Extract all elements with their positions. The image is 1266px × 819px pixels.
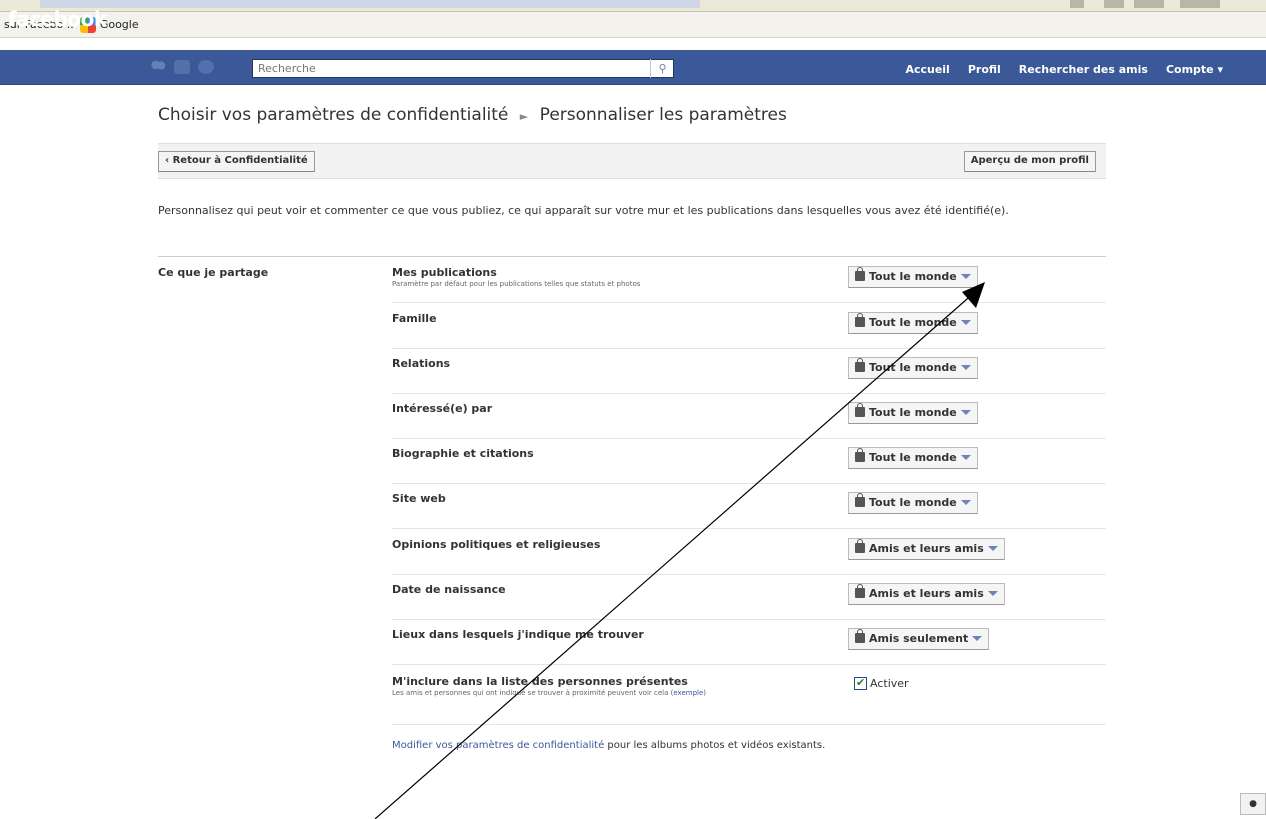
search-icon[interactable]: ⚲ [650,59,674,78]
lock-icon [855,493,865,507]
privacy-dropdown[interactable]: Tout le monde [848,447,978,469]
privacy-dropdown[interactable]: Tout le monde [848,266,978,288]
facebook-logo[interactable]: facebook [8,7,107,31]
privacy-dropdown[interactable]: Tout le monde [848,492,978,514]
setting-row: Intéressé(e) par Tout le monde [392,394,1106,439]
setting-label: Site web [392,492,446,505]
albums-privacy-text: Modifier vos paramètres de confidentiali… [392,740,825,751]
breadcrumb-separator: ► [519,110,529,123]
setting-sublabel: Les amis et personnes qui ont indiqué se… [392,689,792,697]
setting-label: M'inclure dans la liste des personnes pr… [392,675,688,688]
nav-profile[interactable]: Profil [959,60,1010,79]
footer-rest: pour les albums photos et vidéos existan… [604,740,826,751]
browser-control[interactable] [1180,0,1220,8]
browser-control[interactable] [1104,0,1124,8]
toolbar: ‹ Retour à Confidentialité Aperçu de mon… [158,143,1106,179]
setting-label: Intéressé(e) par [392,402,493,415]
lock-icon [855,358,865,372]
dropdown-value: Amis et leurs amis [869,542,984,555]
preview-profile-button[interactable]: Aperçu de mon profil [963,151,1096,172]
setting-row: Mes publications Paramètre par défaut po… [392,258,1106,303]
setting-label: Mes publications [392,266,497,279]
nav-home[interactable]: Accueil [896,60,958,79]
setting-row: Biographie et citations Tout le monde [392,439,1106,484]
lock-icon [855,313,865,327]
caret-down-icon [960,365,971,370]
privacy-dropdown[interactable]: Tout le monde [848,402,978,424]
caret-down-icon [987,591,998,596]
setting-row: Opinions politiques et religieuses Amis … [392,530,1106,575]
top-nav: Accueil Profil Rechercher des amis Compt… [896,60,1232,79]
setting-row: Site web Tout le monde [392,484,1106,529]
caret-down-icon [960,320,971,325]
setting-label: Biographie et citations [392,447,534,460]
lock-icon [855,629,865,643]
bookmarks-bar: sur Facebo .. Google [0,12,1266,38]
setting-row: Lieux dans lesquels j'indique me trouver… [392,620,1106,665]
lock-icon [855,584,865,598]
browser-address-strip [0,0,1266,12]
setting-label: Opinions politiques et religieuses [392,538,601,551]
setting-label: Relations [392,357,451,370]
chat-icon[interactable]: ● [1240,793,1266,815]
sublabel-text: Les amis et personnes qui ont indiqué se… [392,689,669,697]
caret-down-icon [972,636,983,641]
dropdown-value: Tout le monde [869,270,957,283]
description-text: Personnalisez qui peut voir et commenter… [158,204,1009,217]
caret-down-icon [960,500,971,505]
search-input[interactable]: Recherche [252,59,674,78]
friend-requests-icon[interactable] [150,60,166,74]
caret-down-icon [960,455,971,460]
dropdown-value: Amis seulement [869,632,969,645]
messages-icon[interactable] [174,60,190,74]
dropdown-value: Tout le monde [869,316,957,329]
checkbox-checked-icon[interactable] [854,676,867,690]
privacy-dropdown[interactable]: Amis et leurs amis [848,583,1005,605]
section-label: Ce que je partage [158,266,269,279]
back-to-privacy-button[interactable]: ‹ Retour à Confidentialité [158,151,315,172]
browser-control[interactable] [1134,0,1164,8]
divider [158,256,1106,257]
jewel-icons [150,60,214,74]
lock-icon [855,403,865,417]
setting-row: Famille Tout le monde [392,304,1106,349]
breadcrumb-main[interactable]: Choisir vos paramètres de confidentialit… [158,105,508,125]
privacy-dropdown[interactable]: Tout le monde [848,357,978,379]
caret-down-icon [960,274,971,279]
dropdown-value: Tout le monde [869,361,957,374]
setting-label: Famille [392,312,437,325]
setting-row-places: M'inclure dans la liste des personnes pr… [392,667,1106,725]
privacy-dropdown[interactable]: Tout le monde [848,312,978,334]
notifications-icon[interactable] [198,60,214,74]
setting-label: Date de naissance [392,583,506,596]
address-bar[interactable] [40,0,700,8]
nav-account[interactable]: Compte ▾ [1157,60,1232,79]
dropdown-value: Tout le monde [869,406,957,419]
setting-row: Relations Tout le monde [392,349,1106,394]
lock-icon [855,267,865,281]
caret-down-icon [960,410,971,415]
browser-control[interactable] [1070,0,1084,8]
example-link[interactable]: (exemple) [671,689,706,697]
privacy-dropdown[interactable]: Amis seulement [848,628,990,650]
edit-album-privacy-link[interactable]: Modifier vos paramètres de confidentiali… [392,740,604,751]
privacy-dropdown[interactable]: Amis et leurs amis [848,538,1005,560]
setting-label: Lieux dans lesquels j'indique me trouver [392,628,644,641]
nav-find-friends[interactable]: Rechercher des amis [1010,60,1157,79]
caret-down-icon [987,546,998,551]
setting-sublabel: Paramètre par défaut pour les publicatio… [392,280,641,288]
lock-icon [855,448,865,462]
lock-icon [855,539,865,553]
dropdown-value: Amis et leurs amis [869,587,984,600]
activate-checkbox-wrap[interactable]: Activer [854,676,909,690]
dropdown-value: Tout le monde [869,451,957,464]
checkbox-label: Activer [870,677,909,690]
breadcrumb-current: Personnaliser les paramètres [539,105,787,125]
page-title: Choisir vos paramètres de confidentialit… [158,105,787,125]
dropdown-value: Tout le monde [869,496,957,509]
setting-row: Date de naissance Amis et leurs amis [392,575,1106,620]
